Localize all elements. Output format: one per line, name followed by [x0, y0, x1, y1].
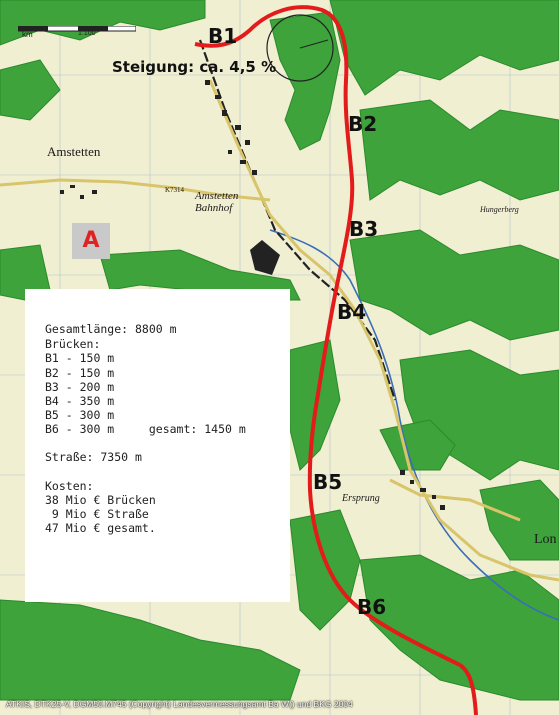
bridge-label-b2: B2	[348, 112, 378, 136]
info-cost-line: 47 Mio € gesamt.	[45, 521, 156, 535]
location-marker-a[interactable]: A	[72, 223, 110, 259]
place-label-ersprung: Ersprung	[342, 493, 380, 504]
info-road-length: Straße: 7350 m	[45, 450, 142, 464]
road-label-k7314: K7314	[165, 186, 185, 194]
info-costs-header: Kosten:	[45, 479, 94, 493]
info-bridges-header: Brücken:	[45, 337, 101, 351]
info-total-length: Gesamtlänge: 8800 m	[45, 322, 177, 336]
info-bridge-line: B2 - 150 m	[45, 366, 115, 380]
bridge-label-b6: B6	[357, 595, 387, 619]
bridge-label-b4: B4	[337, 300, 367, 324]
info-cost-line: 9 Mio € Straße	[45, 507, 149, 521]
info-bridge-line: B1 - 150 m	[45, 351, 115, 365]
place-label-hungerberg: Hungerberg	[480, 205, 519, 214]
bridge-label-b3: B3	[349, 217, 379, 241]
info-panel: Gesamtlänge: 8800 m Brücken: B1 - 150 m …	[25, 289, 290, 602]
place-label-amstetten-bahnhof: Amstetten Bahnhof	[195, 190, 239, 214]
info-bridge-line: B4 - 350 m	[45, 394, 115, 408]
info-bridge-line: B6 - 300 m gesamt: 1450 m	[45, 422, 246, 436]
place-label-lon: Lon	[534, 532, 557, 547]
info-bridge-line: B5 - 300 m	[45, 408, 115, 422]
bridge-label-b1: B1	[208, 24, 238, 48]
gradient-label: Steigung: ca. 4,5 %	[112, 58, 277, 76]
scale-bar	[18, 26, 136, 32]
info-bridge-line: B3 - 200 m	[45, 380, 115, 394]
info-cost-line: 38 Mio € Brücken	[45, 493, 156, 507]
scale-value-label: 1:100	[78, 30, 96, 37]
scale-unit-label: km	[22, 30, 33, 39]
map-canvas[interactable]: km 1:100 Amstetten Amstetten Bahnhof Ers…	[0, 0, 559, 715]
bridge-label-b5: B5	[313, 470, 343, 494]
place-label-amstetten: Amstetten	[47, 144, 101, 159]
map-credit: ATKIS, DTK25-V, DGM50.M745 (Copyright) L…	[6, 699, 353, 709]
